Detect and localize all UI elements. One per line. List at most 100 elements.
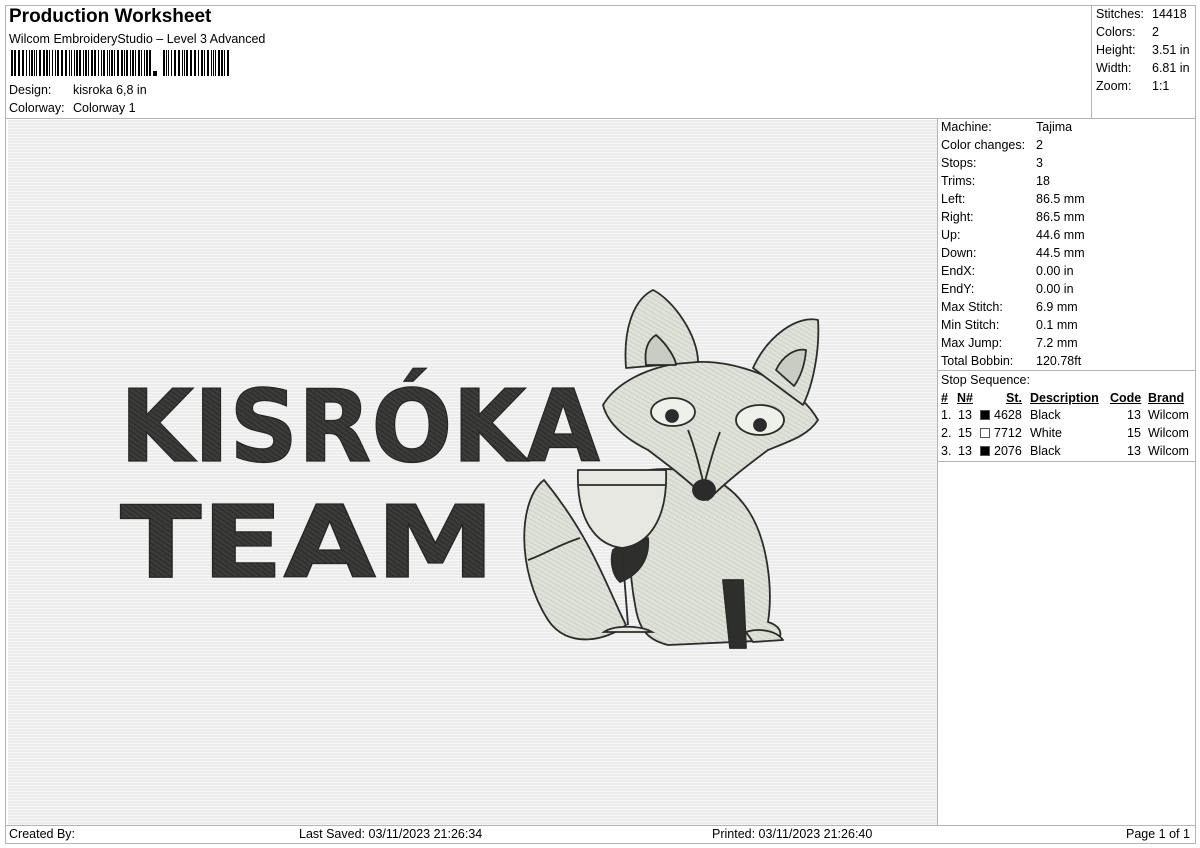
barcode-bar	[94, 50, 96, 76]
barcode-bar	[163, 50, 165, 76]
info-label: Right:	[941, 210, 974, 224]
barcode-bar	[215, 50, 216, 76]
barcode-bar	[49, 50, 50, 76]
info-value: 6.9 mm	[1036, 300, 1078, 314]
barcode-bar	[114, 50, 115, 76]
barcode-bar	[14, 50, 16, 76]
info-trims: Trims: 18	[941, 173, 1050, 189]
info-max-stitch: Max Stitch: 6.9 mm	[941, 299, 1078, 315]
barcode-bar	[166, 50, 167, 76]
stop-stitches: 2076	[994, 444, 1022, 458]
barcode-bar	[204, 50, 205, 76]
barcode-bar	[135, 50, 136, 76]
stat-label: Stitches:	[1096, 7, 1144, 21]
fox-nose	[692, 479, 716, 501]
barcode-bar	[198, 50, 199, 76]
col-header-num: #	[941, 391, 948, 405]
info-value: 0.1 mm	[1036, 318, 1078, 332]
stop-n: 13	[958, 444, 972, 458]
info-label: Left:	[941, 192, 966, 206]
stop-code: 13	[1127, 444, 1141, 458]
stop-code: 15	[1127, 426, 1141, 440]
info-label: Down:	[941, 246, 977, 260]
stop-description: Black	[1030, 444, 1061, 458]
barcode-bar	[83, 50, 84, 76]
barcode-bar	[43, 50, 45, 76]
barcode-bar	[76, 50, 78, 76]
barcode-bar	[52, 50, 53, 76]
barcode-bar	[36, 50, 37, 76]
col-header-description: Description	[1030, 391, 1099, 405]
stop-stitches: 4628	[994, 408, 1022, 422]
stat-value: 6.81 in	[1152, 61, 1190, 75]
stop-brand: Wilcom	[1148, 444, 1189, 458]
info-value: 3	[1036, 156, 1043, 170]
info-stops: Stops: 3	[941, 155, 1043, 171]
barcode-bar	[74, 50, 75, 76]
stat-value: 14418	[1152, 7, 1187, 21]
stop-table-bottom	[937, 461, 1195, 462]
stat-value: 1:1	[1152, 79, 1170, 93]
info-value: 44.6 mm	[1036, 228, 1085, 242]
info-max-jump: Max Jump: 7.2 mm	[941, 335, 1078, 351]
info-value: 0.00 in	[1036, 282, 1074, 296]
footer-page: Page 1 of 1	[1126, 827, 1190, 841]
footer-printed: Printed: 03/11/2023 21:26:40	[712, 827, 873, 841]
barcode-bar	[55, 50, 56, 76]
info-label: Trims:	[941, 174, 976, 188]
stop-description: Black	[1030, 408, 1061, 422]
info-label: Color changes:	[941, 138, 1026, 152]
stat-zoom: Zoom: 1:1	[1096, 78, 1169, 94]
barcode-bar	[146, 50, 148, 76]
barcode	[11, 50, 229, 76]
barcode-bar	[88, 50, 89, 76]
barcode-bar	[178, 50, 180, 76]
barcode-bar	[218, 50, 220, 76]
barcode-bar	[144, 50, 145, 76]
barcode-bar	[69, 50, 70, 76]
barcode-bar	[184, 50, 185, 76]
colorway-row: Colorway: Colorway 1	[9, 100, 136, 116]
info-up: Up: 44.6 mm	[941, 227, 1085, 243]
color-swatch	[980, 446, 990, 456]
info-value: 18	[1036, 174, 1050, 188]
col-header-brand: Brand	[1148, 391, 1185, 405]
software-name: Wilcom EmbroideryStudio – Level 3 Advanc…	[9, 32, 266, 46]
barcode-bar	[117, 50, 119, 76]
info-value: 86.5 mm	[1036, 210, 1085, 224]
stop-n: 15	[958, 426, 972, 440]
info-label: Stops:	[941, 156, 977, 170]
colorway-value: Colorway 1	[73, 101, 136, 115]
info-value: 86.5 mm	[1036, 192, 1085, 206]
barcode-bar	[132, 50, 134, 76]
fox-right-pupil	[753, 418, 767, 432]
info-machine: Machine: Tajima	[941, 119, 1072, 135]
info-label: EndX:	[941, 264, 976, 278]
barcode-bar	[182, 50, 183, 76]
col-header-st: St.	[1006, 391, 1022, 405]
barcode-bar	[61, 50, 63, 76]
stop-brand: Wilcom	[1148, 408, 1189, 422]
barcode-bar	[124, 50, 125, 76]
barcode-bar	[107, 50, 108, 76]
barcode-bar	[39, 50, 41, 76]
barcode-bar	[213, 50, 214, 76]
barcode-bar	[201, 50, 203, 76]
stats-divider	[1091, 5, 1092, 118]
info-endx: EndX: 0.00 in	[941, 263, 1074, 279]
colorway-label: Colorway:	[9, 101, 65, 115]
barcode-separator	[153, 71, 157, 76]
info-label: EndY:	[941, 282, 975, 296]
barcode-bar	[79, 50, 81, 76]
barcode-bar	[98, 50, 99, 76]
design-row: Design: kisroka 6,8 in	[9, 82, 147, 98]
stat-label: Height:	[1096, 43, 1136, 57]
barcode-bar	[11, 50, 13, 76]
stop-sequence-title: Stop Sequence:	[941, 373, 1030, 387]
barcode-bar	[171, 50, 172, 76]
info-value: 2	[1036, 138, 1043, 152]
info-label: Total Bobbin:	[941, 354, 1014, 368]
stop-row: 1. 13 4628 Black 13 Wilcom	[940, 407, 1196, 425]
barcode-bar	[126, 50, 128, 76]
barcode-bar	[207, 50, 209, 76]
